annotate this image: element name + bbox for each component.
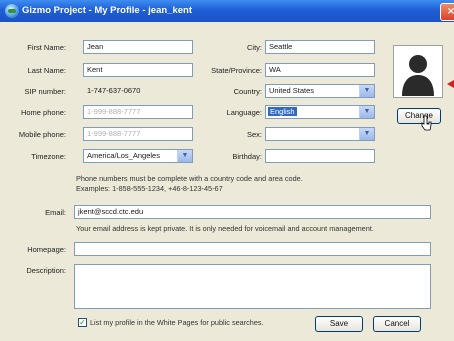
- gizmo-app-icon: [5, 4, 19, 18]
- city-label: City:: [247, 43, 262, 52]
- white-pages-label: List my profile in the White Pages for p…: [90, 318, 264, 327]
- change-photo-button[interactable]: Change: [397, 108, 441, 124]
- description-textarea[interactable]: [74, 264, 431, 309]
- state-field[interactable]: WA: [265, 63, 375, 77]
- sex-label: Sex:: [246, 130, 262, 139]
- chevron-down-icon[interactable]: ▼: [359, 128, 374, 140]
- chevron-down-icon[interactable]: ▼: [359, 85, 374, 97]
- cancel-button[interactable]: Cancel: [373, 316, 421, 332]
- language-value: English: [268, 107, 297, 116]
- country-value: United States: [269, 86, 315, 95]
- timezone-value: America/Los_Angeles: [87, 151, 160, 160]
- birthday-field[interactable]: [265, 149, 375, 163]
- language-dropdown[interactable]: English ▼: [265, 105, 375, 119]
- chevron-down-icon[interactable]: ▼: [359, 106, 374, 118]
- pointer-arrow-icon: [447, 80, 454, 88]
- homepage-label: Homepage:: [27, 245, 66, 254]
- sip-number-label: SIP number:: [24, 87, 66, 96]
- mobile-phone-field[interactable]: 1-999-888-7777: [83, 127, 193, 141]
- window-title: Gizmo Project - My Profile - jean_kent: [22, 5, 192, 16]
- last-name-field[interactable]: Kent: [83, 63, 193, 77]
- person-silhouette-icon: [394, 46, 442, 97]
- email-label: Email:: [45, 208, 66, 217]
- pointer-cursor-icon: [421, 115, 432, 131]
- home-phone-field[interactable]: 1-999-888-7777: [83, 105, 193, 119]
- save-button[interactable]: Save: [315, 316, 363, 332]
- state-label: State/Province:: [211, 66, 262, 75]
- sip-number-value: 1-747-637-0670: [83, 84, 193, 98]
- birthday-label: Birthday:: [232, 152, 262, 161]
- email-privacy-note: Your email address is kept private. It i…: [76, 224, 374, 233]
- white-pages-checkbox[interactable]: ✓: [78, 318, 87, 327]
- first-name-label: First Name:: [27, 43, 66, 52]
- profile-window: Gizmo Project - My Profile - jean_kent ×…: [0, 0, 454, 341]
- mobile-phone-label: Mobile phone:: [18, 130, 66, 139]
- country-dropdown[interactable]: United States ▼: [265, 84, 375, 98]
- title-bar: Gizmo Project - My Profile - jean_kent ×: [0, 0, 454, 22]
- email-field[interactable]: jkent@sccd.ctc.edu: [74, 205, 431, 219]
- close-button[interactable]: ×: [440, 3, 454, 21]
- timezone-label: Timezone:: [31, 152, 66, 161]
- home-phone-label: Home phone:: [20, 108, 66, 117]
- city-field[interactable]: Seattle: [265, 40, 375, 54]
- avatar: [393, 45, 443, 98]
- country-label: Country:: [233, 87, 262, 96]
- phone-format-examples: Examples: 1-858-555-1234, +46-8-123-45-6…: [76, 184, 223, 193]
- homepage-field[interactable]: [74, 242, 431, 256]
- language-label: Language:: [226, 108, 262, 117]
- first-name-field[interactable]: Jean: [83, 40, 193, 54]
- phone-format-note: Phone numbers must be complete with a co…: [76, 174, 303, 183]
- timezone-dropdown[interactable]: America/Los_Angeles ▼: [83, 149, 193, 163]
- sex-dropdown[interactable]: ▼: [265, 127, 375, 141]
- description-label: Description:: [26, 266, 66, 275]
- chevron-down-icon[interactable]: ▼: [177, 150, 192, 162]
- last-name-label: Last Name:: [27, 66, 66, 75]
